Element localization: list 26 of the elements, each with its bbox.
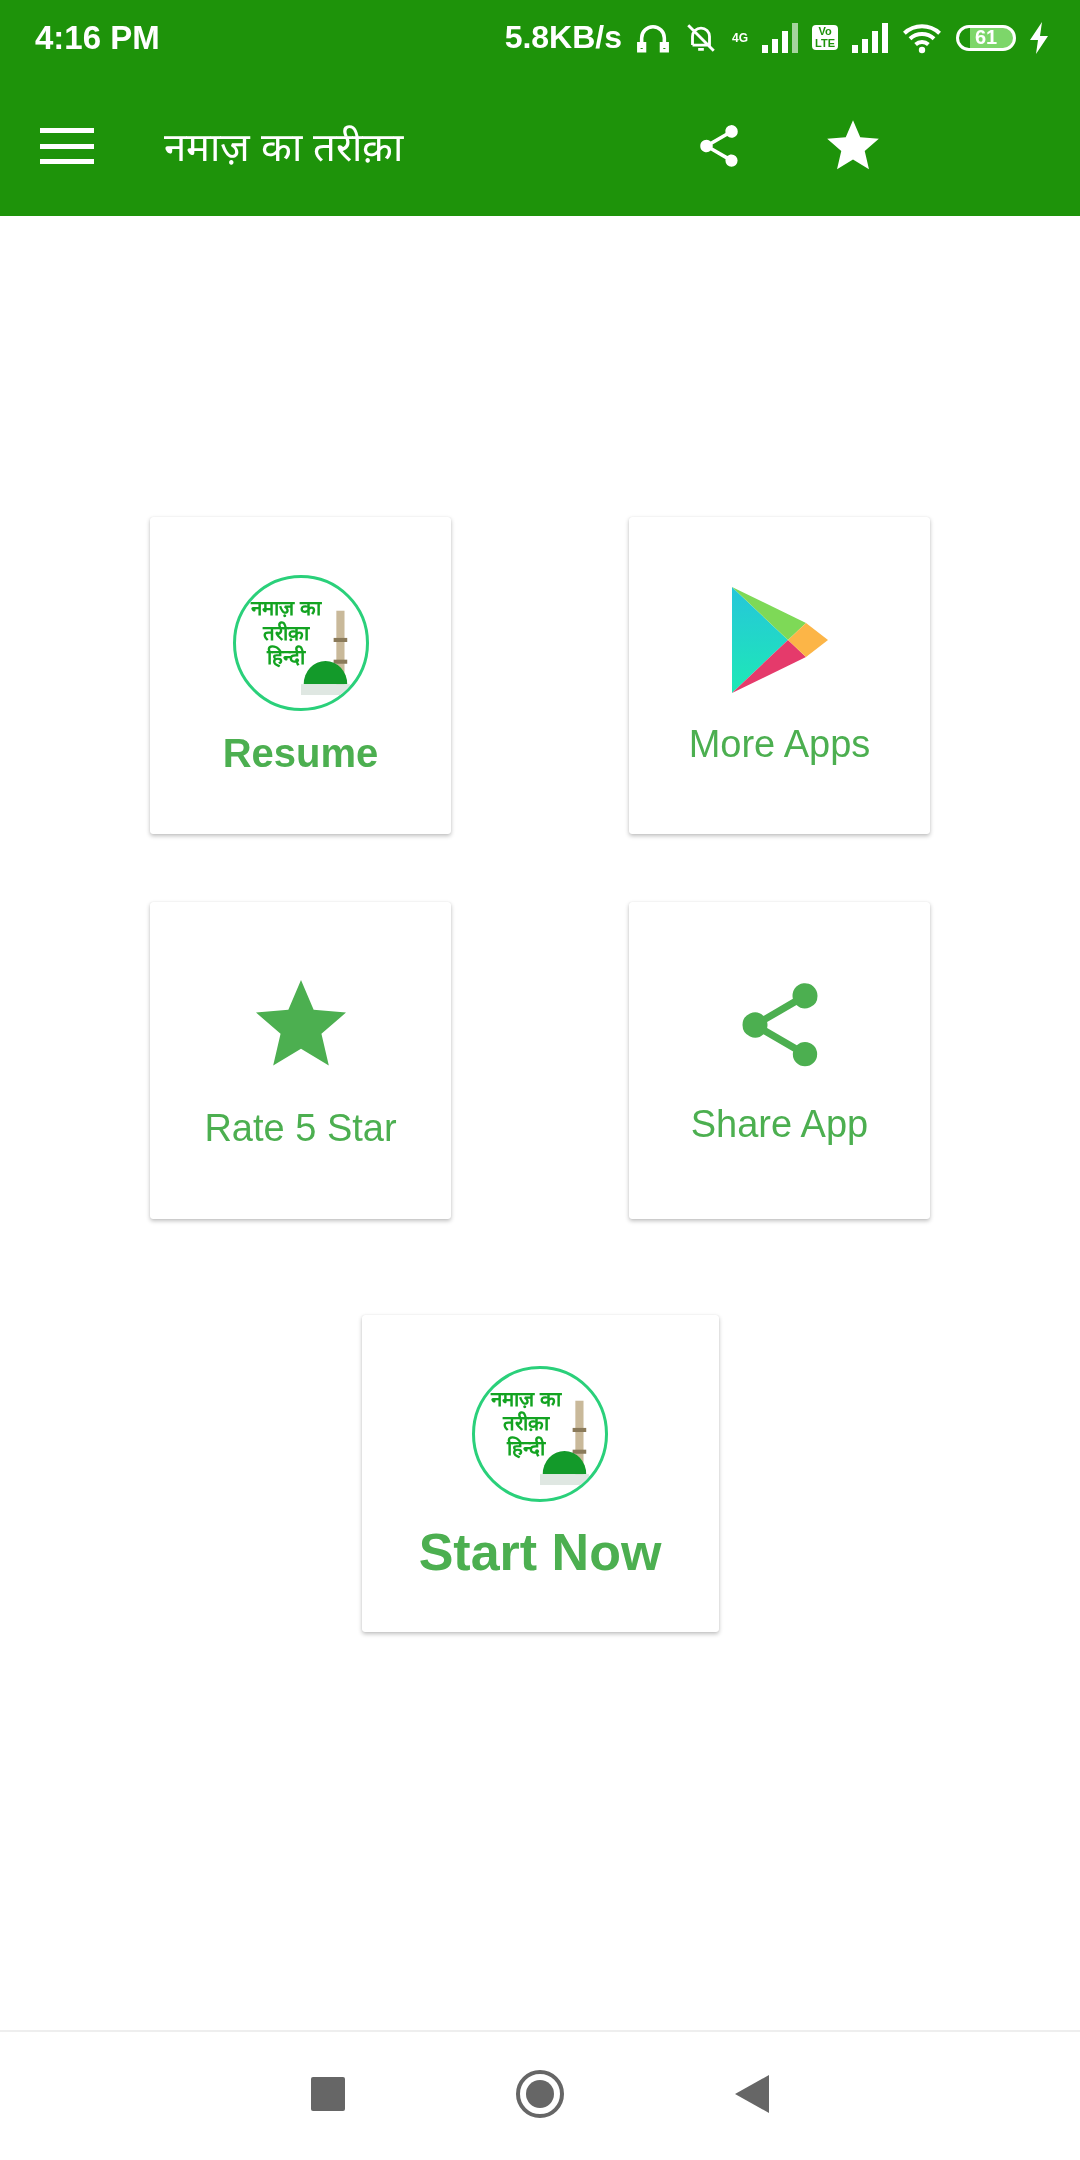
network-type: 4G [732,31,749,44]
wifi-icon [902,21,942,54]
volte-badge: Vo LTE [812,24,838,51]
charging-icon [1030,21,1050,54]
back-button[interactable] [735,2075,769,2113]
menu-icon [40,125,94,166]
app-title: नमाज़ का तरीक़ा [164,124,405,171]
logo-text: नमाज़ का [251,596,321,621]
clock: 4:16 PM [35,18,160,57]
network-speed: 5.8KB/s [504,19,622,56]
logo-text: हिन्दी [267,645,306,670]
menu-tile[interactable]: नमाज़ का तरीक़ा हिन्दी Start Now [361,1315,719,1632]
logo-text: तरीक़ा [502,1411,549,1436]
menu-tile[interactable]: नमाज़ का तरीक़ा हिन्दी Resume [150,517,451,834]
menu-tile[interactable]: Share App [629,902,930,1219]
logo-text: तरीक़ा [263,620,310,645]
logo-text: हिन्दी [506,1435,545,1461]
home-button[interactable] [515,2069,565,2119]
signal-icon [852,22,888,53]
menu-tile[interactable]: Rate 5 Star [150,902,451,1219]
logo-text: नमाज़ का [490,1386,561,1411]
menu-tile[interactable]: More Apps [629,517,930,834]
battery-indicator: 61 [956,24,1016,51]
signal-icon [762,22,799,53]
menu-button[interactable] [40,125,94,166]
play-store-icon [729,585,830,695]
